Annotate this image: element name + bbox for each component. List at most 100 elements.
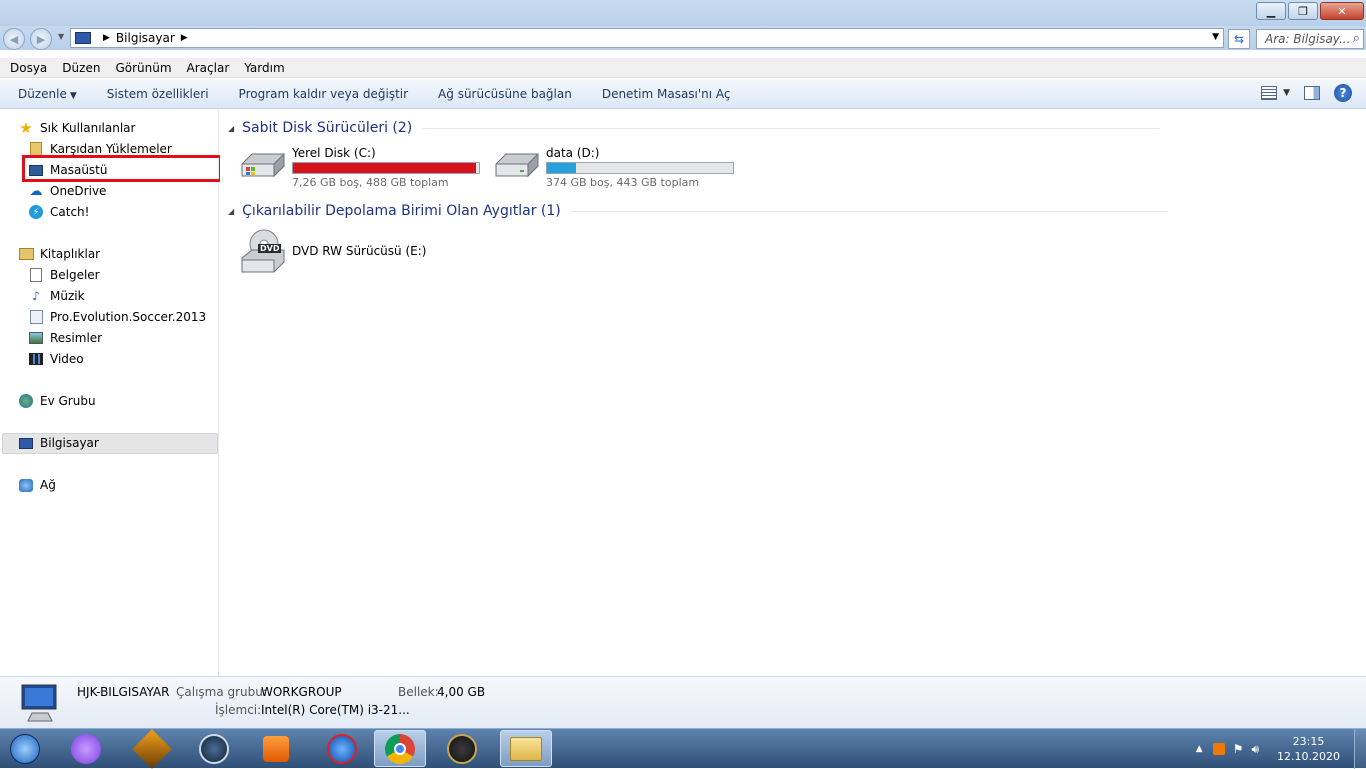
taskbar-alice[interactable] (60, 730, 112, 767)
document-icon (28, 267, 44, 283)
menu-help[interactable]: Yardım (244, 61, 284, 75)
taskbar-steam[interactable] (188, 730, 240, 767)
group-divider (422, 127, 1161, 129)
processor-label: İşlemci: (215, 703, 262, 717)
help-icon[interactable]: ? (1334, 84, 1352, 102)
pictures-icon (28, 330, 44, 346)
folder-icon (510, 736, 542, 761)
action-center-flag-icon[interactable]: ⚑ (1233, 742, 1244, 756)
group-header-removable[interactable]: ◢ Çıkarılabilir Depolama Birimi Olan Ayg… (228, 203, 1167, 219)
search-placeholder: Ara: Bilgisay... (1265, 32, 1351, 46)
drive-space-info: 7,26 GB boş, 488 GB toplam (292, 176, 449, 189)
sidebar-item-favorites[interactable]: ★ Sık Kullanılanlar (18, 118, 135, 138)
start-button[interactable] (0, 730, 50, 767)
sidebar-label-onedrive: OneDrive (50, 184, 107, 198)
organize-button[interactable]: Düzenle ▼ (18, 87, 77, 101)
sidebar-item-pictures[interactable]: Resimler (28, 328, 102, 348)
drive-c[interactable]: Yerel Disk (C:) 7,26 GB boş, 488 GB topl… (238, 146, 480, 189)
maximize-button[interactable]: ❐ (1288, 2, 1318, 20)
menu-edit[interactable]: Düzen (62, 61, 100, 75)
menu-tools[interactable]: Araçlar (187, 61, 230, 75)
open-control-panel-button[interactable]: Denetim Masası'nı Aç (602, 87, 731, 101)
drive-name: DVD RW Sürücüsü (E:) (292, 244, 427, 258)
title-bar: ▁ ❐ ✕ (0, 0, 1366, 28)
menu-view[interactable]: Görünüm (115, 61, 171, 75)
sidebar-item-documents[interactable]: Belgeler (28, 265, 100, 285)
clock[interactable]: 23:15 12.10.2020 (1277, 734, 1340, 764)
group-header-hard-disks[interactable]: ◢ Sabit Disk Sürücüleri (2) (228, 120, 1161, 136)
processor-value: Intel(R) Core(TM) i3-21... (261, 703, 410, 717)
avast-icon[interactable] (1212, 743, 1225, 755)
address-bar[interactable]: ▶ Bilgisayar ▶ ▼ (70, 28, 1224, 48)
view-dropdown-icon[interactable]: ▼ (1283, 88, 1290, 98)
breadcrumb-separator-icon[interactable]: ▶ (103, 33, 110, 43)
taskbar-winamp[interactable] (126, 728, 178, 769)
hard-drive-windows-icon (241, 152, 285, 178)
sidebar-item-libraries[interactable]: Kitaplıklar (18, 244, 100, 264)
sidebar-item-onedrive[interactable]: ☁ OneDrive (28, 181, 107, 201)
system-tray: ▲ ⚑ 🔊︎ 23:15 12.10.2020 (1196, 729, 1366, 769)
cloud-icon: ☁ (29, 183, 43, 199)
menu-bar: Dosya Düzen Görünüm Araçlar Yardım (0, 58, 1366, 78)
taskbar-ccleaner[interactable] (316, 730, 368, 767)
refresh-button[interactable]: ⇆ (1228, 29, 1250, 49)
breadcrumb-computer[interactable]: Bilgisayar (116, 31, 175, 45)
sidebar-item-network[interactable]: Ağ (18, 475, 56, 495)
homegroup-icon (18, 393, 34, 409)
music-icon: ♪ (32, 289, 40, 303)
address-dropdown-icon[interactable]: ▼ (1212, 32, 1219, 42)
minimize-button[interactable]: ▁ (1256, 2, 1286, 20)
memory-value: 4,00 GB (437, 685, 486, 699)
details-pane: HJK-BILGISAYAR Çalışma grubu: WORKGROUP … (0, 676, 1366, 728)
dvd-drive-icon: DVD (238, 228, 286, 276)
taskbar-league[interactable] (436, 730, 488, 767)
organize-label: Düzenle (18, 86, 67, 101)
sidebar-label-documents: Belgeler (50, 268, 100, 282)
sidebar-label-video: Video (50, 352, 84, 366)
sidebar-label-computer: Bilgisayar (40, 436, 99, 450)
collapse-triangle-icon: ◢ (228, 206, 235, 216)
preview-pane-icon[interactable] (1304, 86, 1320, 100)
change-view-icon[interactable] (1261, 86, 1278, 100)
history-dropdown-icon[interactable]: ▼ (58, 32, 64, 41)
sidebar-item-video[interactable]: Video (28, 349, 84, 369)
chrome-icon (385, 733, 415, 764)
search-input[interactable]: Ara: Bilgisay... ⌕ (1256, 29, 1364, 49)
taskbar-chrome[interactable] (374, 730, 426, 767)
sidebar-item-music[interactable]: ♪ Müzik (28, 286, 85, 306)
forward-button[interactable]: ▶ (30, 28, 52, 50)
sidebar-item-pes2013[interactable]: Pro.Evolution.Soccer.2013 (28, 307, 206, 327)
catch-icon: ⚡ (28, 204, 44, 220)
network-icon (18, 477, 34, 493)
drive-d[interactable]: data (D:) 374 GB boş, 443 GB toplam (492, 146, 734, 189)
sidebar-item-catch[interactable]: ⚡ Catch! (28, 202, 89, 222)
breadcrumb-chevron-icon[interactable]: ▶ (181, 33, 188, 43)
taskbar-explorer[interactable] (500, 730, 552, 767)
close-button[interactable]: ✕ (1320, 2, 1364, 20)
map-network-drive-button[interactable]: Ağ sürücüsüne bağlan (438, 87, 572, 101)
media-player-icon (263, 735, 289, 762)
volume-icon[interactable]: 🔊︎ (1251, 742, 1259, 757)
sidebar-label-music: Müzik (50, 289, 85, 303)
sidebar-item-computer[interactable]: Bilgisayar (18, 433, 99, 453)
uninstall-program-button[interactable]: Program kaldır veya değiştir (239, 87, 409, 101)
memory-label: Bellek: (398, 685, 439, 699)
hard-drive-icon (495, 152, 539, 178)
show-desktop-button[interactable] (1354, 729, 1366, 769)
winamp-icon (132, 728, 172, 769)
workgroup-label: Çalışma grubu: (176, 685, 267, 699)
system-properties-button[interactable]: Sistem özellikleri (107, 87, 209, 101)
star-icon: ★ (19, 119, 33, 137)
search-icon[interactable]: ⌕ (1353, 31, 1360, 46)
drive-e-dvd[interactable]: DVD DVD RW Sürücüsü (E:) (238, 228, 426, 276)
alice-assistant-icon (71, 733, 101, 764)
sidebar-label-favorites: Sık Kullanılanlar (40, 121, 136, 135)
show-hidden-icons-icon[interactable]: ▲ (1196, 744, 1203, 754)
steam-icon (199, 733, 229, 764)
sidebar-item-homegroup[interactable]: Ev Grubu (18, 391, 96, 411)
collapse-triangle-icon: ◢ (228, 123, 235, 133)
taskbar-media-player[interactable] (250, 730, 302, 767)
sidebar-label-network: Ağ (40, 478, 56, 492)
menu-file[interactable]: Dosya (10, 61, 47, 75)
back-button[interactable]: ◀ (3, 28, 25, 50)
